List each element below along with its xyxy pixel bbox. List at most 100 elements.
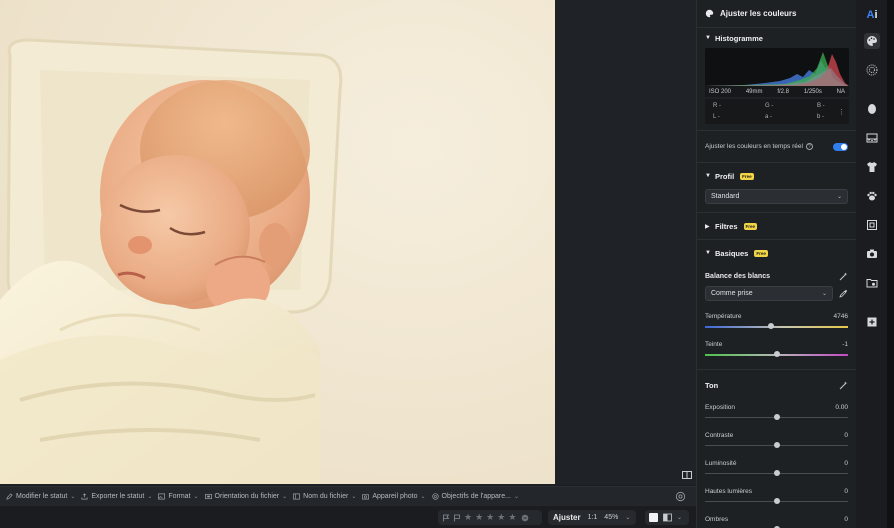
readout-a: a - xyxy=(765,114,773,120)
chevron-down-icon[interactable]: ⌄ xyxy=(677,514,682,521)
tone-header[interactable]: Ton xyxy=(705,370,848,400)
tone-slider[interactable] xyxy=(705,470,848,478)
profile-section: ▼ Profil Free Standard ⌄ xyxy=(697,163,856,213)
tone-value[interactable]: 0 xyxy=(844,488,848,495)
clothing-tool-icon[interactable] xyxy=(864,159,880,175)
image-canvas[interactable] xyxy=(0,0,696,485)
image-icon xyxy=(158,493,166,500)
meta-filename[interactable]: Nom du fichier ⌄ xyxy=(293,493,356,500)
more-vertical-icon[interactable]: ⋮ xyxy=(838,108,845,116)
chevron-down-icon: ⌄ xyxy=(70,494,76,500)
tint-value[interactable]: -1 xyxy=(842,341,848,348)
star-icon-5[interactable]: ★ xyxy=(508,513,516,522)
meta-status-label: Modifier le statut xyxy=(16,493,68,500)
zoom-level[interactable]: 45% xyxy=(604,514,618,521)
color-adjust-tool-icon[interactable] xyxy=(864,33,880,49)
histogram-title: Histogramme xyxy=(715,33,763,43)
add-preset-tool-icon[interactable] xyxy=(864,314,880,330)
meta-status[interactable]: Modifier le statut ⌄ xyxy=(6,493,75,500)
readout-r: R - xyxy=(713,103,721,109)
star-icon-1[interactable]: ★ xyxy=(464,513,472,522)
palette-icon xyxy=(705,9,714,18)
magic-wand-icon[interactable] xyxy=(839,272,848,281)
meta-export-status[interactable]: Exporter le statut ⌄ xyxy=(81,493,152,500)
ai-logo[interactable]: Ai xyxy=(866,9,877,21)
metadata-settings-icon[interactable] xyxy=(675,491,686,502)
ratio-button[interactable]: 1:1 xyxy=(588,514,598,521)
flag-outline-icon[interactable] xyxy=(453,514,461,522)
flag-icon[interactable] xyxy=(442,514,450,522)
tone-slider[interactable] xyxy=(705,442,848,450)
camera-tool-icon[interactable] xyxy=(864,246,880,262)
eyedropper-icon[interactable] xyxy=(839,289,848,298)
meta-export-label: Exporter le statut xyxy=(91,493,145,500)
wb-label: Balance des blancs xyxy=(705,272,770,280)
free-badge: Free xyxy=(743,222,758,230)
wb-select[interactable]: Comme prise ⌄ xyxy=(705,286,833,301)
star-icon-3[interactable]: ★ xyxy=(486,513,494,522)
texture-tool-icon[interactable] xyxy=(864,62,880,78)
tone-thumb[interactable] xyxy=(773,442,780,448)
mode-adjust-button[interactable]: Ajuster xyxy=(553,513,581,522)
compare-view-icon[interactable] xyxy=(682,470,693,480)
tone-thumb[interactable] xyxy=(773,414,780,420)
single-view-icon[interactable] xyxy=(649,513,658,522)
temperature-thumb[interactable] xyxy=(767,323,774,329)
orientation-icon xyxy=(204,493,212,500)
temperature-value[interactable]: 4746 xyxy=(834,313,848,320)
chevron-down-icon[interactable]: ⌄ xyxy=(625,514,630,521)
profile-header[interactable]: ▼ Profil Free xyxy=(705,163,848,189)
meta-orientation[interactable]: Orientation du fichier ⌄ xyxy=(204,493,287,500)
basics-header[interactable]: ▼ Basiques Free xyxy=(705,240,848,266)
readout-b: B - xyxy=(817,103,825,109)
filters-title: Filtres xyxy=(715,221,738,231)
tone-thumb[interactable] xyxy=(773,470,780,476)
wb-select-value: Comme prise xyxy=(711,290,753,297)
tint-slider[interactable] xyxy=(705,351,848,359)
realtime-row: Ajuster les couleurs en temps réel ? xyxy=(697,131,856,163)
star-icon-4[interactable]: ★ xyxy=(497,513,505,522)
histogram-header[interactable]: ▼ Histogramme xyxy=(705,28,848,48)
view-mode-group: ⌄ xyxy=(645,510,689,525)
temperature-slider[interactable] xyxy=(705,323,848,331)
crop-tool-icon[interactable] xyxy=(864,217,880,233)
triangle-right-icon: ▶ xyxy=(705,223,710,230)
tone-row: Exposition 0.00 xyxy=(705,400,848,414)
exif-row: ISO 200 49mm f/2.8 1/250s NA xyxy=(705,86,849,97)
star-icon-2[interactable]: ★ xyxy=(475,513,483,522)
tone-slider[interactable] xyxy=(705,498,848,506)
reject-icon[interactable] xyxy=(521,514,529,522)
exif-focal: 49mm xyxy=(745,88,763,95)
folder-settings-tool-icon[interactable] xyxy=(864,275,880,291)
exif-shutter: 1/250s xyxy=(803,88,822,95)
magic-wand-icon[interactable] xyxy=(839,381,848,390)
tone-value[interactable]: 0 xyxy=(844,432,848,439)
background-tool-icon[interactable] xyxy=(864,130,880,146)
tone-row: Ombres 0 xyxy=(705,512,848,526)
face-tool-icon[interactable] xyxy=(864,101,880,117)
meta-lens[interactable]: Objectifs de l'appare... ⌄ xyxy=(431,493,519,500)
pet-tool-icon[interactable] xyxy=(864,188,880,204)
histogram-graph xyxy=(705,48,849,86)
tone-slider[interactable] xyxy=(705,414,848,422)
split-view-icon[interactable] xyxy=(663,513,672,522)
readout-l: L - xyxy=(713,114,720,120)
meta-camera[interactable]: Appareil photo ⌄ xyxy=(362,493,426,500)
tone-value[interactable]: 0 xyxy=(844,460,848,467)
tone-value[interactable]: 0 xyxy=(844,516,848,523)
realtime-toggle[interactable] xyxy=(833,142,848,151)
help-icon[interactable]: ? xyxy=(805,143,813,150)
panel-header: Ajuster les couleurs xyxy=(697,0,856,28)
chevron-down-icon: ⌄ xyxy=(351,494,357,500)
tone-thumb[interactable] xyxy=(773,498,780,504)
triangle-down-icon: ▼ xyxy=(705,35,711,41)
temperature-track xyxy=(705,326,848,328)
meta-format[interactable]: Format ⌄ xyxy=(158,493,199,500)
tint-thumb[interactable] xyxy=(773,351,780,357)
filters-header[interactable]: ▶ Filtres Free xyxy=(705,213,848,239)
temperature-label: Température xyxy=(705,312,742,320)
photo-preview[interactable] xyxy=(0,0,555,484)
realtime-label-wrap: Ajuster les couleurs en temps réel ? xyxy=(705,143,813,150)
profile-select[interactable]: Standard ⌄ xyxy=(705,189,848,204)
tone-value[interactable]: 0.00 xyxy=(835,404,848,411)
